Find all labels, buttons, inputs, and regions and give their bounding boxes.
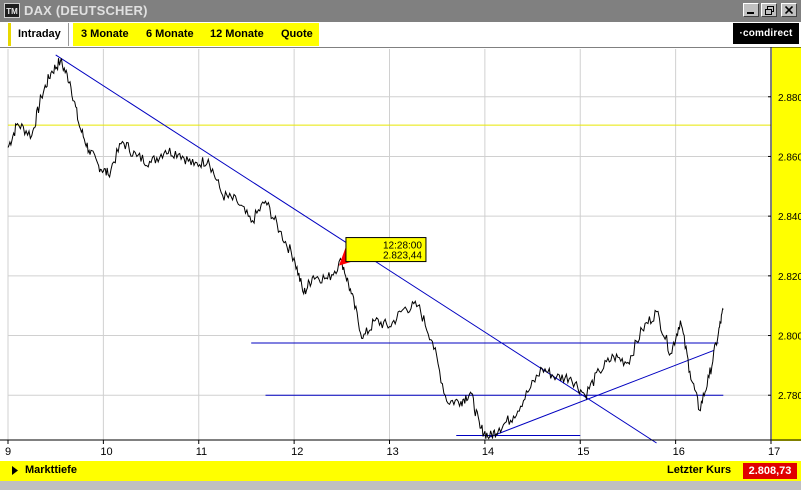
y-tick-label: 2.800 — [778, 332, 801, 343]
tab-quote[interactable]: Quote — [274, 23, 320, 46]
x-tick-label: 10 — [100, 446, 112, 458]
comdirect-logo: ·comdirect — [733, 23, 799, 44]
restore-icon[interactable] — [761, 3, 777, 17]
price-chart: 2.780 2.800 2.820 2.840 2.860 2.880 9 10 11 12 13 1… — [0, 47, 801, 461]
x-tick-label: 9 — [5, 446, 11, 458]
last-price-value: 2.808,73 — [743, 463, 797, 479]
last-price-label: Letzter Kurs — [667, 464, 732, 476]
minimize-icon[interactable] — [743, 3, 759, 17]
x-tick-label: 13 — [387, 446, 399, 458]
window-title: DAX (DEUTSCHER) — [24, 3, 148, 18]
window-controls — [743, 3, 797, 17]
x-tick-label: 16 — [673, 446, 685, 458]
y-tick-label: 2.820 — [778, 272, 801, 283]
x-tick-label: 15 — [577, 446, 589, 458]
status-bar: Markttiefe Letzter Kurs 2.808,73 — [0, 461, 801, 481]
y-tick-label: 2.840 — [778, 212, 801, 223]
y-tick-label: 2.860 — [778, 152, 801, 163]
tooltip-value: 2.823,44 — [383, 251, 422, 262]
close-icon[interactable] — [781, 3, 797, 17]
tab-12-monate[interactable]: 12 Monate — [203, 23, 271, 46]
title-bar: TM DAX (DEUTSCHER) — [0, 0, 801, 22]
x-tick-label: 12 — [291, 446, 303, 458]
y-tick-label: 2.780 — [778, 391, 801, 402]
tab-intraday[interactable]: Intraday — [8, 23, 69, 46]
price-tooltip: 12:28:00 2.823,44 — [338, 237, 427, 266]
y-tick-label: 2.880 — [778, 93, 801, 104]
tab-3-monate[interactable]: 3 Monate — [74, 23, 136, 46]
x-tick-label: 14 — [482, 446, 494, 458]
x-tick-label: 17 — [768, 446, 780, 458]
app-icon[interactable]: TM — [4, 3, 20, 18]
markttiefe-link[interactable]: Markttiefe — [25, 464, 77, 476]
y-axis-panel — [772, 47, 801, 441]
tab-bar: Intraday 3 Monate 6 Monate 12 Monate Quo… — [0, 22, 801, 47]
x-tick-label: 11 — [196, 446, 207, 458]
triangle-right-icon[interactable] — [12, 466, 18, 475]
window-bottom-edge — [0, 481, 801, 490]
tab-6-monate[interactable]: 6 Monate — [139, 23, 201, 46]
